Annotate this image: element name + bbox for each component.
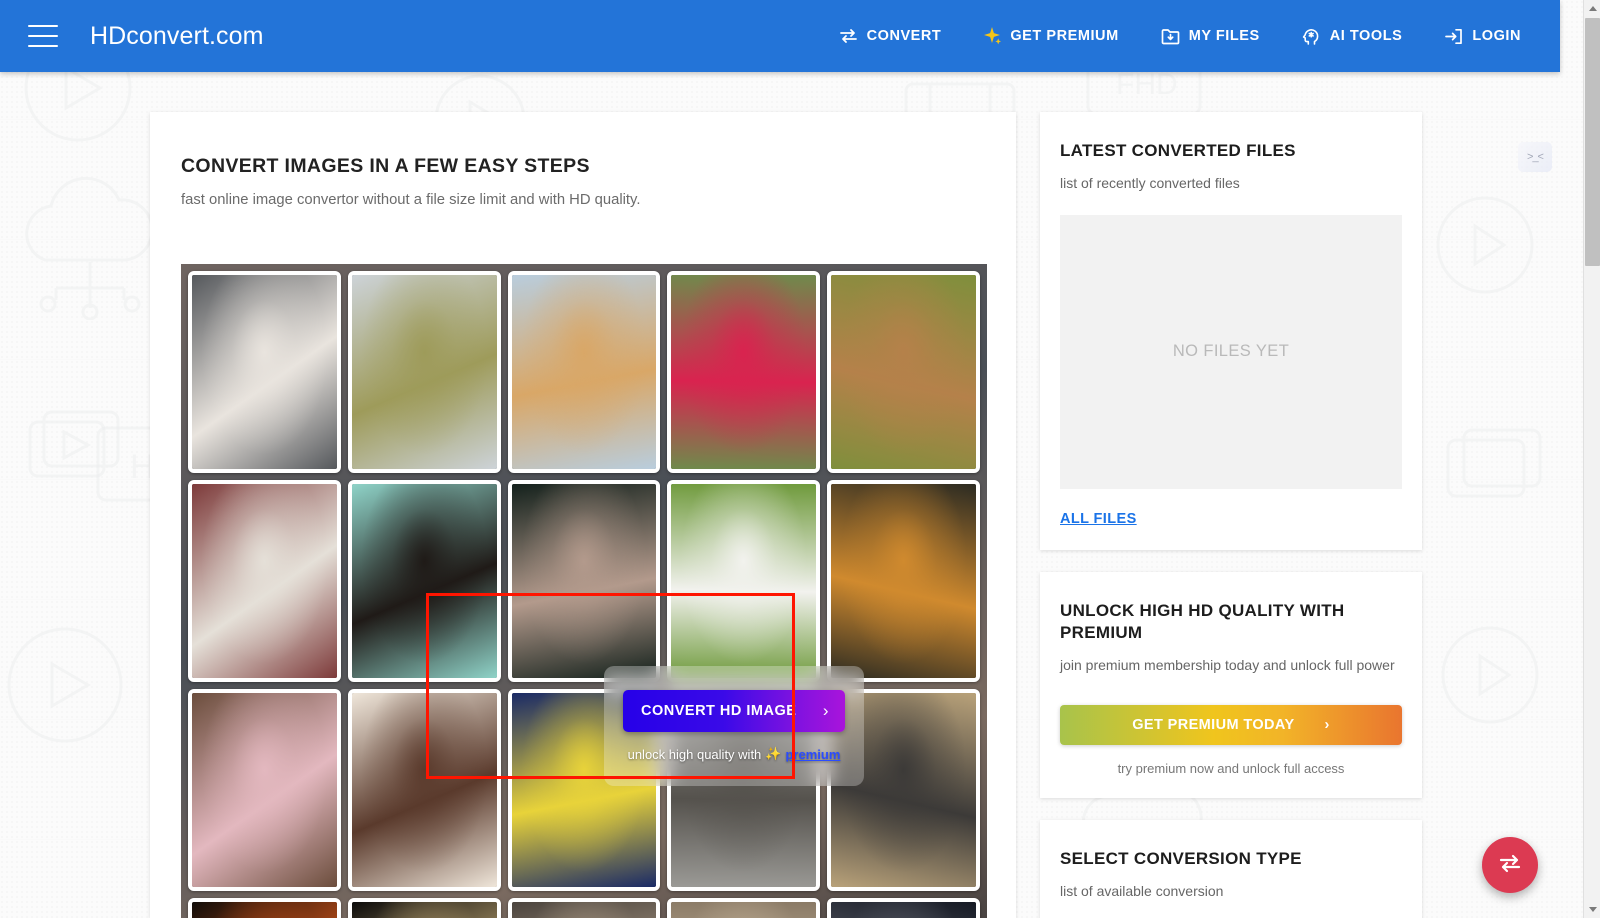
gallery-tile-image bbox=[351, 693, 497, 887]
gallery-tile-image bbox=[831, 902, 976, 918]
all-files-link[interactable]: ALL FILES bbox=[1060, 511, 1137, 527]
gallery-tile-image bbox=[511, 484, 657, 678]
gallery-tile bbox=[827, 898, 980, 918]
gallery-tile-image bbox=[192, 275, 337, 469]
get-premium-today-label: GET PREMIUM TODAY bbox=[1132, 717, 1295, 734]
premium-upsell-panel: UNLOCK HIGH HD QUALITY WITH PREMIUM join… bbox=[1040, 571, 1422, 799]
gallery-tile bbox=[188, 271, 341, 473]
gallery-tile bbox=[827, 480, 980, 682]
convert-cta-overlay: CONVERT HD IMAGE › unlock high quality w… bbox=[604, 666, 864, 786]
gallery-tile-image bbox=[671, 484, 817, 678]
chevron-right-icon: › bbox=[822, 701, 829, 720]
gallery-tile bbox=[347, 480, 501, 682]
nav-item-ai-tools[interactable]: AI TOOLS bbox=[1281, 17, 1424, 56]
get-premium-today-button[interactable]: GET PREMIUM TODAY › bbox=[1060, 705, 1402, 746]
gallery-tile-image bbox=[351, 902, 497, 918]
nav-item-convert[interactable]: CONVERT bbox=[818, 18, 963, 54]
image-gallery bbox=[181, 264, 987, 918]
helper-widget[interactable]: >_< bbox=[1518, 142, 1552, 172]
helper-widget-face: >_< bbox=[1527, 151, 1544, 163]
sparkle-icon-small: ✨ bbox=[765, 746, 782, 761]
nav-item-login[interactable]: LOGIN bbox=[1423, 18, 1542, 55]
ai-head-icon bbox=[1302, 27, 1321, 46]
chevron-right-icon-premium: › bbox=[1324, 717, 1330, 734]
gallery-tile bbox=[347, 271, 501, 473]
main-navigation: CONVERT GET PREMIUM MY FILES AI TOOLS LO… bbox=[818, 17, 1560, 56]
brand-title[interactable]: HDconvert.com bbox=[90, 22, 264, 51]
premium-description: join premium membership today and unlock… bbox=[1060, 657, 1395, 674]
content-area: CONVERT IMAGES IN A FEW EASY STEPS fast … bbox=[0, 72, 1560, 918]
gallery-tile-image bbox=[351, 484, 497, 678]
convert-hd-image-button[interactable]: CONVERT HD IMAGE › bbox=[623, 690, 845, 732]
scrollbar-thumb[interactable] bbox=[1585, 18, 1600, 266]
gallery-tile-image bbox=[671, 275, 817, 469]
folder-download-icon bbox=[1161, 28, 1180, 45]
app-header: HDconvert.com CONVERT GET PREMIUM MY FIL… bbox=[0, 0, 1560, 72]
nav-label-ai-tools: AI TOOLS bbox=[1329, 28, 1403, 44]
gallery-tile-image bbox=[192, 902, 337, 918]
convert-arrows-icon bbox=[839, 28, 858, 44]
gallery-tile bbox=[188, 898, 341, 918]
latest-files-empty-state: NO FILES YET bbox=[1060, 214, 1402, 489]
swap-arrows-icon bbox=[1497, 852, 1523, 879]
nav-label-my-files: MY FILES bbox=[1188, 28, 1260, 44]
gallery-tile bbox=[667, 898, 821, 918]
gallery-tile bbox=[507, 898, 661, 918]
conversion-type-panel: SELECT CONVERSION TYPE list of available… bbox=[1040, 820, 1422, 918]
page-title: CONVERT IMAGES IN A FEW EASY STEPS bbox=[181, 155, 590, 177]
conversion-type-title: SELECT CONVERSION TYPE bbox=[1060, 849, 1302, 869]
latest-converted-files-panel: LATEST CONVERTED FILES list of recently … bbox=[1040, 112, 1422, 550]
gallery-tile bbox=[507, 480, 661, 682]
nav-label-login: LOGIN bbox=[1472, 28, 1521, 44]
sidebar: LATEST CONVERTED FILES list of recently … bbox=[1040, 112, 1422, 918]
premium-title: UNLOCK HIGH HD QUALITY WITH PREMIUM bbox=[1060, 600, 1345, 643]
premium-link[interactable]: premium bbox=[785, 747, 840, 762]
gallery-tile-image bbox=[351, 275, 497, 469]
convert-hd-image-label: CONVERT HD IMAGE bbox=[641, 703, 797, 719]
gallery-tile bbox=[188, 480, 341, 682]
login-arrow-icon bbox=[1444, 28, 1463, 45]
premium-note: try premium now and unlock full access bbox=[1117, 761, 1345, 777]
page-root: HD FHD bbox=[0, 0, 1600, 918]
gallery-tile bbox=[347, 689, 501, 891]
gallery-tile bbox=[347, 898, 501, 918]
nav-item-get-premium[interactable]: GET PREMIUM bbox=[962, 17, 1139, 55]
gallery-tile-image bbox=[671, 902, 817, 918]
sparkle-icon bbox=[983, 27, 1002, 45]
cta-sub-prefix: unlock high quality with bbox=[627, 746, 762, 762]
gallery-tile bbox=[188, 689, 341, 891]
nav-label-convert: CONVERT bbox=[866, 28, 942, 44]
hamburger-menu-icon[interactable] bbox=[28, 25, 58, 47]
gallery-tile-image bbox=[831, 484, 976, 678]
convert-cta-subtext: unlock high quality with ✨ premium bbox=[628, 746, 841, 762]
vertical-scrollbar[interactable] bbox=[1583, 0, 1600, 918]
scrollbar-down-arrow[interactable] bbox=[1584, 901, 1600, 918]
gallery-tile bbox=[667, 271, 821, 473]
gallery-tile-image bbox=[192, 484, 337, 678]
nav-label-get-premium: GET PREMIUM bbox=[1010, 28, 1119, 44]
gallery-tile bbox=[507, 271, 661, 473]
gallery-tile bbox=[667, 480, 821, 682]
gallery-tile-image bbox=[192, 693, 337, 887]
latest-files-description: list of recently converted files bbox=[1060, 175, 1240, 192]
conversion-type-description: list of available conversion bbox=[1060, 883, 1224, 900]
gallery-tile-image bbox=[831, 275, 976, 469]
gallery-tile-image bbox=[511, 902, 657, 918]
page-subtitle: fast online image convertor without a fi… bbox=[181, 192, 641, 208]
nav-item-my-files[interactable]: MY FILES bbox=[1140, 18, 1281, 55]
image-gallery-grid bbox=[181, 264, 987, 918]
scrollbar-up-arrow[interactable] bbox=[1584, 0, 1600, 17]
swap-conversion-fab[interactable] bbox=[1482, 837, 1538, 893]
gallery-tile bbox=[827, 271, 980, 473]
main-panel: CONVERT IMAGES IN A FEW EASY STEPS fast … bbox=[150, 112, 1016, 918]
latest-files-title: LATEST CONVERTED FILES bbox=[1060, 141, 1296, 160]
gallery-tile-image bbox=[511, 275, 657, 469]
